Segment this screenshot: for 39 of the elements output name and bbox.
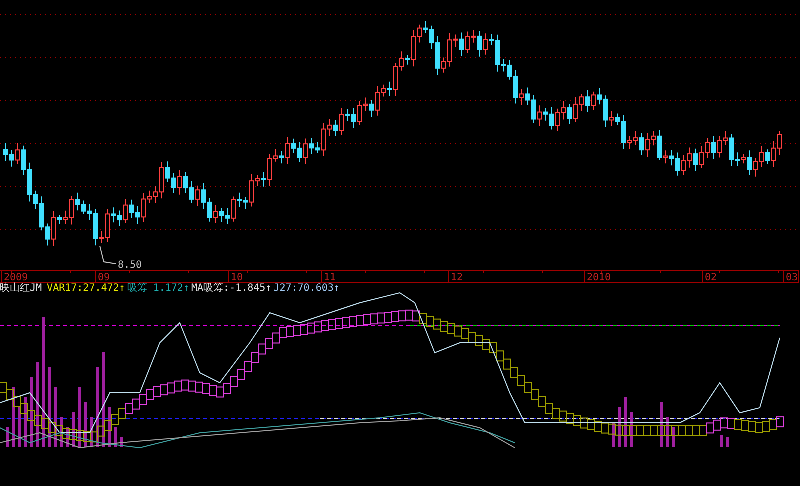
histogram-bar	[30, 377, 33, 447]
histogram-bar	[108, 407, 111, 447]
histogram-bar	[84, 402, 87, 447]
histogram-bar	[24, 397, 27, 447]
axis-label: 02	[705, 272, 718, 283]
legend-value: MA吸筹:-1.845↑	[191, 283, 272, 295]
histogram-bar	[618, 407, 621, 447]
axis-label: 2010	[587, 272, 612, 283]
low-price-label: 8.50	[118, 260, 142, 270]
legend-value: 吸筹 1.172↑	[127, 283, 190, 295]
histogram-bar	[612, 422, 615, 447]
histogram-bar	[624, 397, 627, 447]
histogram-bar	[12, 387, 15, 447]
histogram-bar	[60, 417, 63, 447]
histogram-bar	[726, 437, 729, 447]
histogram-bar	[90, 417, 93, 447]
histogram-bar	[72, 412, 75, 447]
histogram-bar	[630, 412, 633, 447]
legend-value: J27:70.603↑	[274, 283, 340, 295]
histogram-bar	[720, 435, 723, 447]
axis-label: 12	[451, 272, 464, 283]
histogram-bar	[6, 427, 9, 447]
histogram-bar	[78, 387, 81, 447]
axis-label: 09	[98, 272, 110, 283]
histogram-bar	[54, 387, 57, 447]
histogram-bar	[18, 407, 21, 447]
legend-value: VAR17:27.472↑	[47, 283, 126, 295]
histogram-bar	[66, 427, 69, 447]
indicator-name: 映山红JM	[0, 283, 42, 295]
leader-line	[100, 246, 116, 264]
histogram-bar	[666, 417, 669, 447]
histogram-bar	[660, 402, 663, 447]
histogram-bar	[120, 437, 123, 447]
histogram-bar	[114, 427, 117, 447]
histogram-bar	[672, 427, 675, 447]
axis-label: 2009	[4, 272, 28, 283]
axis-label: 03	[786, 272, 798, 283]
axis-label: 10	[231, 272, 244, 283]
axis-label: 11	[324, 272, 336, 283]
